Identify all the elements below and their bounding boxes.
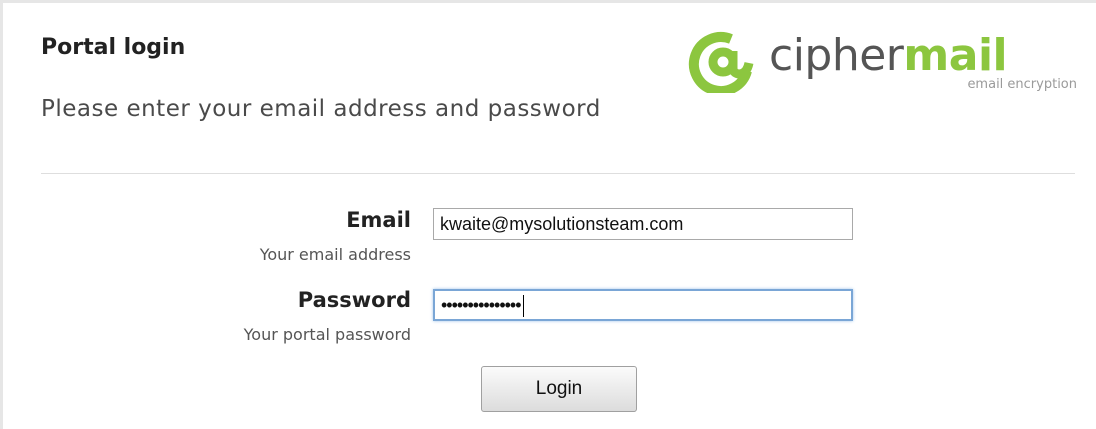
password-label: Password — [297, 288, 411, 312]
page-title: Portal login — [41, 35, 186, 60]
password-hint: Your portal password — [243, 325, 411, 344]
login-button[interactable]: Login — [481, 366, 637, 412]
logo-tagline: email encryption — [967, 77, 1077, 92]
at-symbol-icon — [688, 32, 754, 93]
logo-word-cipher: cipher — [769, 30, 904, 81]
password-input[interactable]: ••••••••••••••• — [433, 289, 853, 321]
divider — [41, 173, 1075, 174]
email-input[interactable] — [433, 208, 853, 240]
logo-word-mail: mail — [903, 30, 1008, 81]
page-subtitle: Please enter your email address and pass… — [41, 96, 601, 122]
text-caret — [522, 295, 524, 318]
email-hint: Your email address — [259, 245, 411, 264]
email-label: Email — [346, 208, 411, 232]
login-panel: Portal login Please enter your email add… — [0, 0, 1096, 429]
password-masked-value: ••••••••••••••• — [441, 293, 524, 318]
ciphermail-logo: ciphermail email encryption — [687, 31, 1077, 99]
logo-wordmark: ciphermail — [769, 30, 1008, 81]
